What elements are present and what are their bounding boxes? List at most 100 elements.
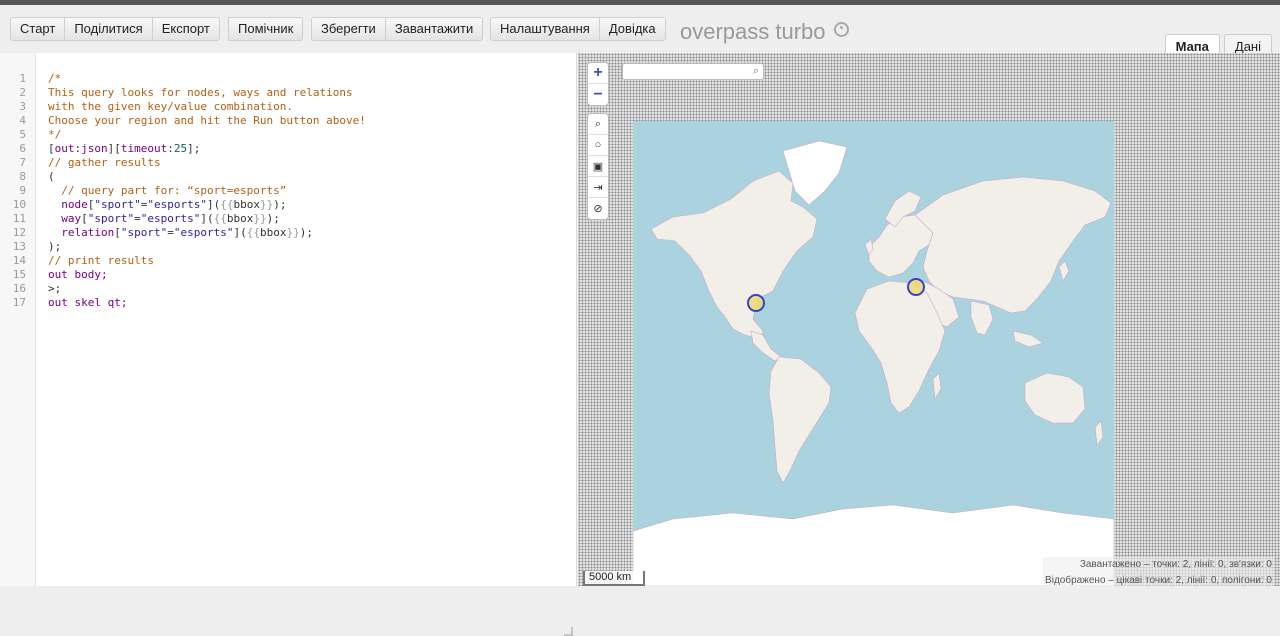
code-token: ); <box>266 212 280 225</box>
code-token: [ <box>114 226 121 239</box>
line-number: 4 <box>19 114 26 127</box>
line-number: 11 <box>12 212 26 225</box>
code-line-4: Choose your region and hit the Run butto… <box>48 114 366 127</box>
code-token: = <box>167 226 174 239</box>
code-line-15: out body; <box>48 268 108 281</box>
code-token: relation <box>61 226 115 239</box>
code-line-6: [out:json][timeout:25]; <box>48 142 200 156</box>
continent-central-america <box>750 330 782 362</box>
line-number: 2 <box>19 86 26 99</box>
code-token: }} <box>286 226 300 239</box>
code-line-14: // print results <box>48 254 154 267</box>
world-map-svg <box>633 140 1114 586</box>
settings-group: Налаштування Довідка <box>490 17 666 41</box>
code-token: ); <box>273 198 287 211</box>
code-token: }} <box>253 212 267 225</box>
code-token: ]( <box>206 198 221 211</box>
code-line-1: /* <box>48 72 62 85</box>
poi-marker[interactable] <box>907 278 925 296</box>
code-token: {{ <box>220 198 234 211</box>
code-line-17: out skel qt; <box>48 296 128 309</box>
code-token: ]( <box>200 212 214 225</box>
poi-marker[interactable] <box>747 294 765 312</box>
settings-button[interactable]: Налаштування <box>490 17 600 41</box>
help-button[interactable]: Довідка <box>598 17 666 41</box>
map-pane[interactable]: + − ⌕ ○ ▣ ⇥ ⊘ ⌕ 5000 km Завантажено – то… <box>578 53 1280 586</box>
line-number: 9 <box>19 184 26 197</box>
continent-australia <box>1024 372 1086 424</box>
line-number: 5 <box>19 128 26 141</box>
code-token: ]( <box>233 226 247 239</box>
stats-panel: Завантажено – точки: 2, лінії: 0, зв'язк… <box>1043 557 1274 586</box>
code-token: {{ <box>213 212 227 225</box>
run-group: Старт Поділитися Експорт <box>10 17 220 41</box>
locate-icon[interactable]: ○ <box>588 135 608 156</box>
continent-antarctica <box>633 504 1114 586</box>
line-number: 6 <box>19 142 26 155</box>
code-token: ]; <box>187 142 201 155</box>
export-button[interactable]: Експорт <box>151 17 220 41</box>
code-token: ); <box>299 226 313 239</box>
map-search-input[interactable]: ⌕ <box>622 63 764 80</box>
code-line-10: node["sport"="esports"]({{bbox}}); <box>48 198 286 212</box>
toggle-data-icon[interactable]: ⊘ <box>588 198 608 219</box>
wizard-button[interactable]: Помічник <box>228 17 304 41</box>
line-number: 15 <box>12 268 26 281</box>
line-number: 13 <box>12 240 26 253</box>
line-number: 7 <box>19 156 26 169</box>
export-image-icon[interactable]: ▣ <box>588 156 608 177</box>
editor-resize-handle[interactable] <box>564 627 573 636</box>
search-icon: ⌕ <box>752 65 759 77</box>
line-number: 10 <box>12 198 26 211</box>
world-map-tiles[interactable] <box>633 121 1114 586</box>
code-token: json <box>81 142 108 155</box>
continent-greenland <box>782 140 848 206</box>
fullscreen-icon[interactable]: ⇥ <box>588 177 608 198</box>
logo: overpass turbo <box>680 19 849 45</box>
code-line-11: way["sport"="esports"]({{bbox}}); <box>48 212 280 226</box>
region-india <box>970 300 994 336</box>
steering-wheel-icon <box>833 22 849 37</box>
stats-displayed: Відображено – цікаві точки: 2, лінії: 0,… <box>1045 575 1272 586</box>
code-line-9: // query part for: “sport=esports” <box>48 184 287 197</box>
code-token: bbox <box>259 226 287 239</box>
stats-loaded: Завантажено – точки: 2, лінії: 0, зв'язк… <box>1079 559 1272 570</box>
code-token: }} <box>259 198 274 211</box>
run-button[interactable]: Старт <box>10 17 66 41</box>
code-token: = <box>134 212 141 225</box>
code-token: timeout <box>120 142 168 155</box>
code-token: "esports" <box>147 198 207 211</box>
island-japan <box>1058 260 1070 282</box>
code-token: "sport" <box>94 198 141 211</box>
code-token: "esports" <box>173 226 234 239</box>
logo-text: overpass turbo <box>680 19 826 44</box>
line-number: 8 <box>19 170 26 183</box>
load-button[interactable]: Завантажити <box>384 17 484 41</box>
code-token: "sport" <box>120 226 168 239</box>
code-token: out <box>54 142 75 155</box>
island-new-zealand <box>1094 420 1104 446</box>
wizard-group: Помічник <box>228 17 304 41</box>
code-token: node <box>61 198 88 211</box>
toolbar: Старт Поділитися Експорт Помічник Зберег… <box>0 5 1280 58</box>
code-token: bbox <box>226 212 254 225</box>
zoom-out-button[interactable]: − <box>588 84 608 105</box>
line-number: 16 <box>12 282 26 295</box>
share-button[interactable]: Поділитися <box>64 17 153 41</box>
zoom-to-data-icon[interactable]: ⌕ <box>588 114 608 135</box>
line-number: 1 <box>19 72 26 85</box>
code-token: 25 <box>173 142 188 155</box>
save-button[interactable]: Зберегти <box>311 17 386 41</box>
code-line-3: with the given key/value combination. <box>48 100 294 113</box>
line-number: 14 <box>12 254 26 267</box>
line-number: 3 <box>19 100 26 113</box>
code-token: "esports" <box>140 212 201 225</box>
query-editor[interactable]: 1 2 3 4 5 6 7 8 9 10 11 12 13 14 15 16 17 /* This query … <box>0 53 577 636</box>
code-token: "sport" <box>87 212 135 225</box>
map-tools: ⌕ ○ ▣ ⇥ ⊘ <box>587 113 609 220</box>
save-load-group: Зберегти Завантажити <box>311 17 484 41</box>
zoom-in-button[interactable]: + <box>588 63 608 84</box>
